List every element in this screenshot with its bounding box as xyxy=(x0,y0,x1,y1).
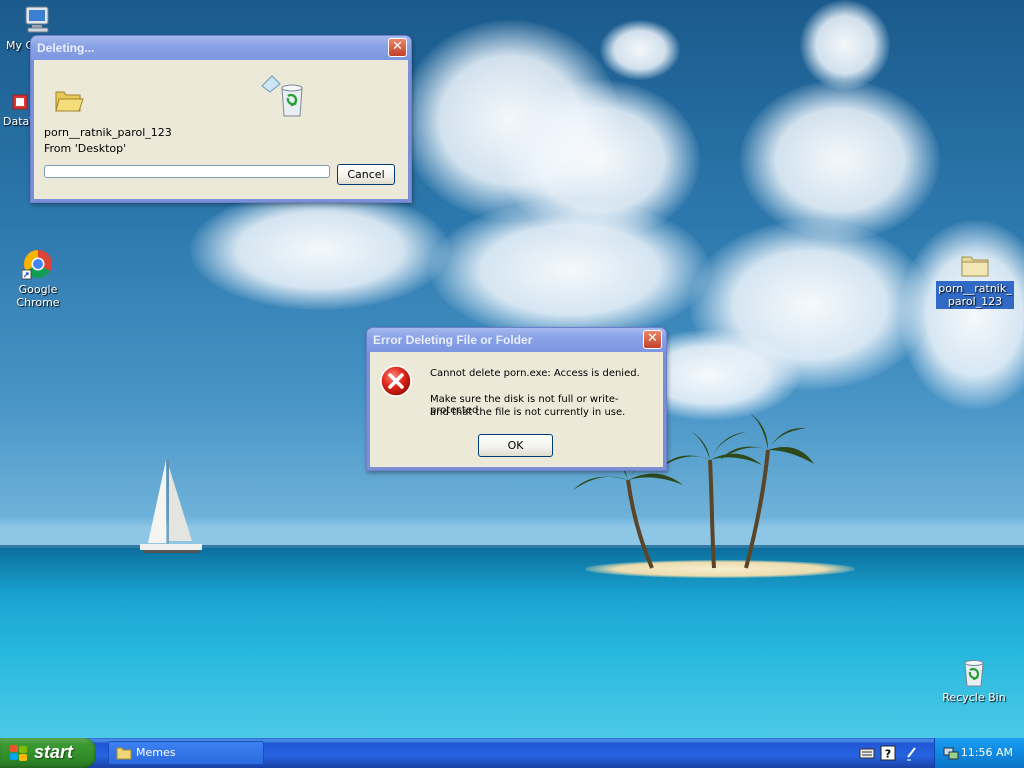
desktop-icon-recycle-bin[interactable]: Recycle Bin xyxy=(936,656,1012,704)
keyboard-icon[interactable] xyxy=(859,745,875,761)
sea xyxy=(0,548,1024,738)
start-button[interactable]: start xyxy=(0,738,96,768)
system-tray: 11:56 AM xyxy=(934,738,1024,768)
error-message: Cannot delete porn.exe: Access is denied… xyxy=(430,368,640,379)
cancel-button[interactable]: Cancel xyxy=(337,164,395,185)
desktop-icon-label: porn__ratnik_parol_123 xyxy=(936,281,1014,309)
delete-progress-bar xyxy=(44,165,330,178)
start-label: start xyxy=(34,742,74,762)
deleting-dialog-body: porn__ratnik_parol_123 From 'Desktop' Ca… xyxy=(34,60,408,199)
clock[interactable]: 11:56 AM xyxy=(961,746,1013,759)
folder-icon xyxy=(55,91,84,112)
wallpaper-cloud xyxy=(600,20,680,80)
desktop-icon-google-chrome[interactable]: Google Chrome xyxy=(0,248,76,309)
error-dialog-body: Cannot delete porn.exe: Access is denied… xyxy=(370,352,663,467)
network-icon[interactable] xyxy=(943,745,959,761)
windows-logo-icon xyxy=(10,745,28,761)
svg-text:?: ? xyxy=(885,748,891,761)
error-detail-line2: and that the file is not currently in us… xyxy=(430,407,626,418)
deleting-dialog: Deleting... ✕ porn__ratnik_parol_123 Fro… xyxy=(30,35,412,203)
wallpaper-cloud xyxy=(430,200,710,340)
sailboat-image xyxy=(140,459,202,553)
wallpaper-cloud xyxy=(800,0,890,90)
file-name-label: porn__ratnik_parol_123 xyxy=(44,126,172,139)
desktop-icon-porn-folder[interactable]: porn__ratnik_parol_123 xyxy=(936,252,1014,309)
data-app-icon xyxy=(10,92,30,112)
recycle-bin-icon xyxy=(261,75,303,117)
close-button[interactable]: ✕ xyxy=(643,330,662,349)
my-computer-icon xyxy=(22,4,54,36)
help-icon[interactable]: ? xyxy=(880,745,896,761)
error-dialog: Error Deleting File or Folder ✕ Cannot d… xyxy=(366,327,667,471)
close-icon: ✕ xyxy=(647,331,658,346)
error-dialog-titlebar[interactable]: Error Deleting File or Folder ✕ xyxy=(367,328,666,352)
error-icon xyxy=(380,365,412,397)
deleting-dialog-title: Deleting... xyxy=(37,41,95,55)
desktop-icon-label: Recycle Bin xyxy=(942,691,1006,704)
close-icon: ✕ xyxy=(392,39,403,54)
chrome-icon xyxy=(21,248,54,280)
close-button[interactable]: ✕ xyxy=(388,38,407,57)
error-dialog-title: Error Deleting File or Folder xyxy=(373,333,533,347)
taskbar-item-label: Memes xyxy=(136,746,176,759)
taskbar: start Memes ? 11:56 AM xyxy=(0,738,1024,768)
wallpaper-cloud xyxy=(190,190,450,310)
deleting-dialog-titlebar[interactable]: Deleting... ✕ xyxy=(31,36,411,60)
wallpaper-cloud xyxy=(900,220,1024,410)
desktop-icon-label: Google Chrome xyxy=(16,283,60,309)
folder-icon xyxy=(116,747,132,760)
wallpaper-cloud xyxy=(740,80,940,240)
folder-icon xyxy=(959,252,991,278)
recycle-bin-icon xyxy=(958,656,990,688)
pen-icon[interactable] xyxy=(903,745,919,761)
taskbar-item-memes[interactable]: Memes xyxy=(108,741,264,765)
ok-button[interactable]: OK xyxy=(478,434,553,457)
source-location-label: From 'Desktop' xyxy=(44,142,127,155)
